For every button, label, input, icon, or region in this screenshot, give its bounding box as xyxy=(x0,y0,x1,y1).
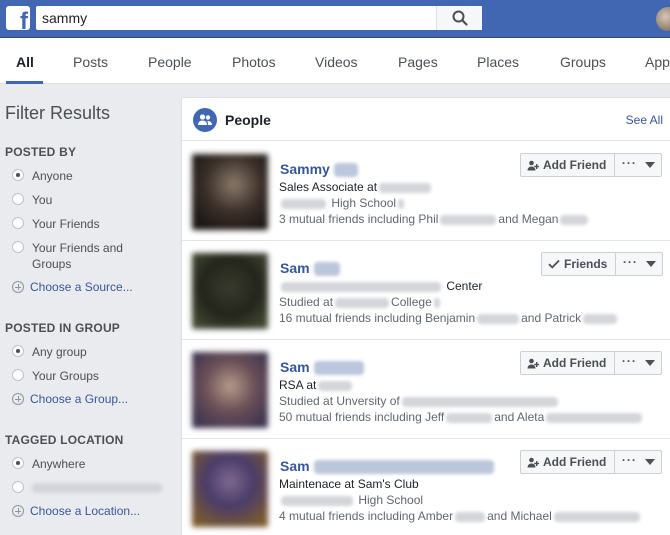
redacted-text xyxy=(32,483,162,493)
radio[interactable] xyxy=(12,217,24,229)
search-input[interactable] xyxy=(36,6,431,30)
filter-option-anywhere[interactable]: Anywhere xyxy=(12,456,85,472)
more-icon: ··· xyxy=(621,453,637,467)
radio-selected[interactable] xyxy=(12,169,24,181)
filter-option-you[interactable]: You xyxy=(12,192,52,208)
person-mutual-friends: 16 mutual friends including Benjamin and … xyxy=(279,311,619,325)
person-result-row: Sam Center Studied at College 16 mutual f… xyxy=(182,241,670,340)
person-education: Studied at Unversity of xyxy=(279,394,560,408)
filter-option-anyone[interactable]: Anyone xyxy=(12,168,73,184)
friend-actions: Add Friend ··· xyxy=(520,153,663,177)
person-mutual-friends: 3 mutual friends including Phil and Megan xyxy=(279,212,590,226)
person-name[interactable]: Sam xyxy=(280,260,340,277)
more-options-button[interactable]: ··· xyxy=(615,351,663,375)
tab-apps[interactable]: Apps xyxy=(645,38,670,84)
search-box xyxy=(36,6,482,30)
person-mutual-friends: 4 mutual friends including Amber and Mich… xyxy=(279,509,642,523)
more-options-button[interactable]: ··· xyxy=(615,153,663,177)
people-results-card: People See All Sammy Sales Associate at … xyxy=(181,97,670,535)
more-icon: ··· xyxy=(621,354,637,368)
chevron-down-icon xyxy=(644,459,655,465)
radio[interactable] xyxy=(12,241,24,253)
tab-people[interactable]: People xyxy=(148,38,192,84)
tagged-location-heading: TAGGED LOCATION xyxy=(5,433,124,447)
filter-option-your-groups[interactable]: Your Groups xyxy=(12,368,99,384)
add-friend-icon xyxy=(527,358,539,368)
profile-photo[interactable] xyxy=(192,154,268,230)
people-card-header: People See All xyxy=(182,98,670,141)
tab-videos[interactable]: Videos xyxy=(315,38,358,84)
add-friend-button[interactable]: Add Friend xyxy=(520,450,616,474)
more-icon: ··· xyxy=(621,156,637,170)
add-friend-icon xyxy=(527,160,539,170)
people-icon xyxy=(193,108,217,132)
add-friend-button[interactable]: Add Friend xyxy=(520,351,616,375)
filter-option-any-group[interactable]: Any group xyxy=(12,344,87,360)
plus-circle-icon xyxy=(12,281,24,293)
friend-actions: Add Friend ··· xyxy=(520,351,663,375)
person-work: RSA at xyxy=(279,378,354,392)
person-result-row: Sam RSA at Studied at Unversity of 50 mu… xyxy=(182,340,670,439)
posted-in-group-heading: POSTED IN GROUP xyxy=(5,321,121,335)
radio-selected[interactable] xyxy=(12,457,24,469)
choose-source-link[interactable]: Choose a Source... xyxy=(12,280,133,294)
profile-photo[interactable] xyxy=(192,451,268,527)
tab-all[interactable]: All xyxy=(16,38,34,84)
tab-photos[interactable]: Photos xyxy=(232,38,276,84)
friend-actions: Add Friend ··· xyxy=(520,450,663,474)
tab-groups[interactable]: Groups xyxy=(560,38,606,84)
chevron-down-icon xyxy=(644,162,655,168)
profile-photo[interactable] xyxy=(192,352,268,428)
person-education: Studied at College xyxy=(279,295,442,309)
friends-button[interactable]: Friends xyxy=(541,252,617,276)
facebook-logo-icon[interactable]: f xyxy=(6,6,30,30)
search-tabs: All Posts People Photos Videos Pages Pla… xyxy=(0,38,670,84)
person-education: High School xyxy=(279,493,423,507)
radio-selected[interactable] xyxy=(12,345,24,357)
posted-by-heading: POSTED BY xyxy=(5,145,77,159)
checkmark-icon xyxy=(548,259,560,269)
choose-location-link[interactable]: Choose a Location... xyxy=(12,504,140,518)
radio[interactable] xyxy=(12,369,24,381)
person-name[interactable]: Sammy xyxy=(280,161,358,178)
filter-sidebar: Filter Results POSTED BY Anyone You Your… xyxy=(0,84,180,535)
more-options-button[interactable]: ··· xyxy=(615,450,663,474)
people-section-title: People xyxy=(225,112,271,128)
profile-photo[interactable] xyxy=(192,253,268,329)
filter-option-location[interactable] xyxy=(12,480,162,493)
person-work: Maintenace at Sam's Club xyxy=(279,477,419,491)
choose-group-link[interactable]: Choose a Group... xyxy=(12,392,128,406)
filter-option-friends-and-groups[interactable]: Your Friends and Groups xyxy=(12,240,132,272)
more-options-button[interactable]: ··· xyxy=(616,252,664,276)
plus-circle-icon xyxy=(12,393,24,405)
profile-avatar[interactable] xyxy=(656,7,670,31)
radio[interactable] xyxy=(12,193,24,205)
add-friend-button[interactable]: Add Friend xyxy=(520,153,616,177)
person-result-row: Sammy Sales Associate at High School 3 m… xyxy=(182,142,670,241)
chevron-down-icon xyxy=(645,261,656,267)
more-icon: ··· xyxy=(622,255,638,269)
filter-title: Filter Results xyxy=(5,103,111,123)
person-mutual-friends: 50 mutual friends including Jeff and Alet… xyxy=(279,410,644,424)
person-work: Sales Associate at xyxy=(279,180,433,194)
person-work: Center xyxy=(279,279,482,293)
add-friend-icon xyxy=(527,457,539,467)
person-name[interactable]: Sam xyxy=(280,458,494,475)
filter-option-your-friends[interactable]: Your Friends xyxy=(12,216,100,232)
top-bar: f xyxy=(0,0,670,38)
search-button[interactable] xyxy=(436,6,482,30)
tab-pages[interactable]: Pages xyxy=(398,38,438,84)
see-all-link[interactable]: See All xyxy=(626,113,663,127)
person-education: High School xyxy=(279,196,406,210)
person-name[interactable]: Sam xyxy=(280,359,364,376)
tab-places[interactable]: Places xyxy=(477,38,519,84)
radio[interactable] xyxy=(12,481,24,493)
chevron-down-icon xyxy=(644,360,655,366)
tab-posts[interactable]: Posts xyxy=(73,38,108,84)
search-icon xyxy=(452,10,468,26)
plus-circle-icon xyxy=(12,505,24,517)
friend-actions: Friends ··· xyxy=(541,252,664,276)
person-result-row: Sam Maintenace at Sam's Club High School… xyxy=(182,439,670,535)
